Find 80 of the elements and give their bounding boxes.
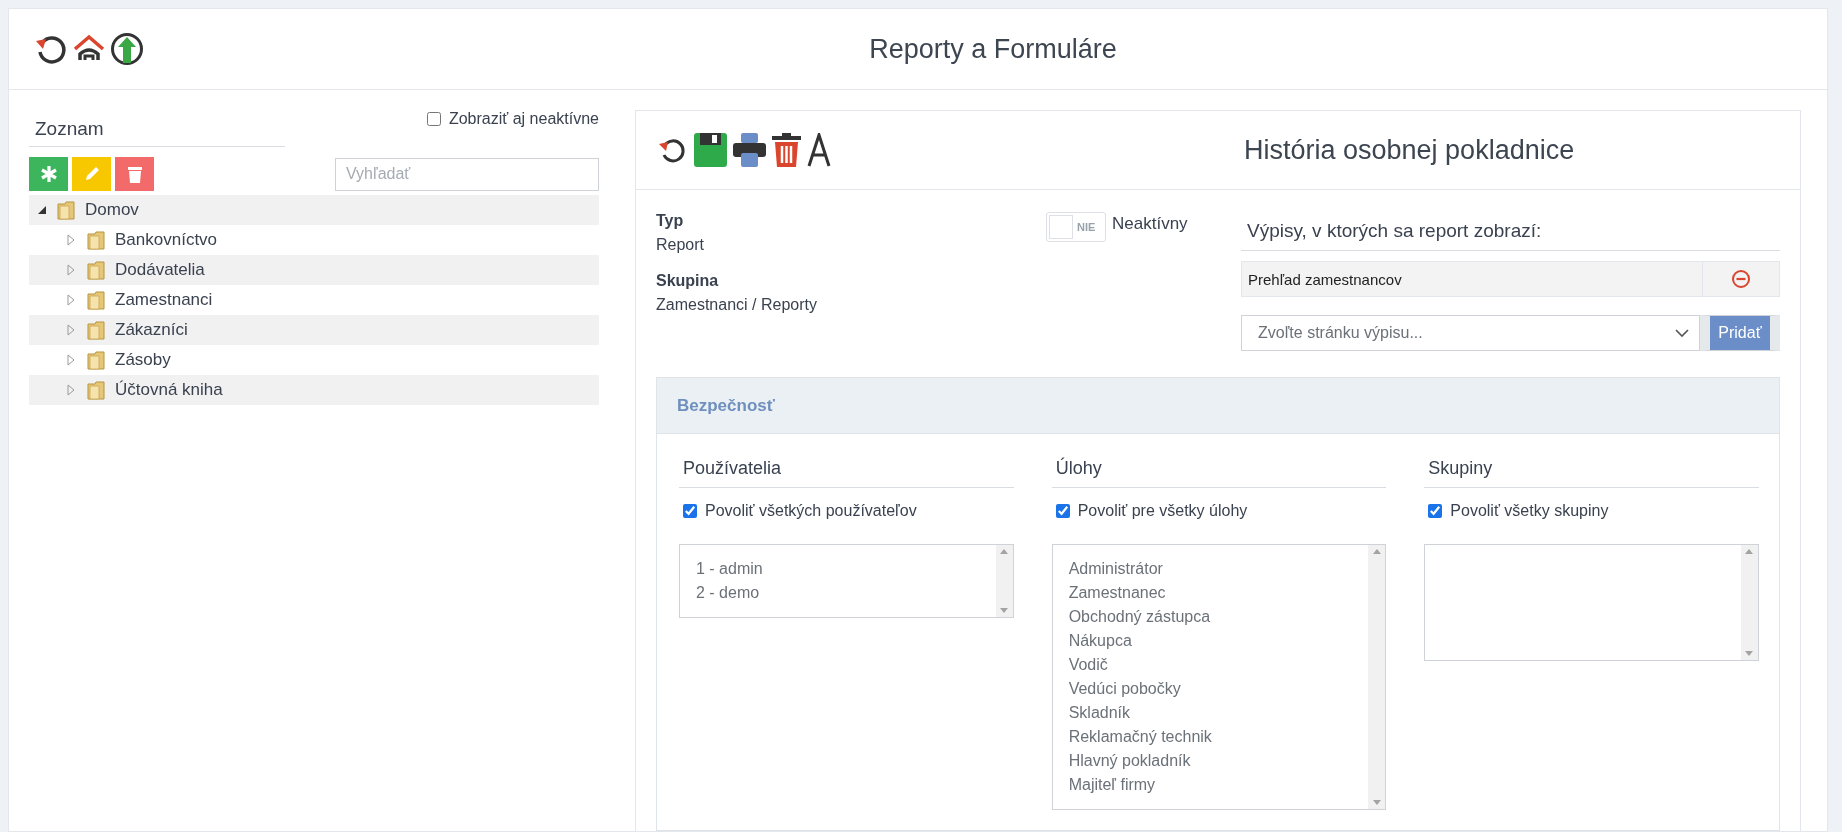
list-option[interactable]: Majiteľ firmy — [1068, 773, 1353, 797]
font-button[interactable] — [807, 133, 831, 167]
folder-icon — [87, 290, 107, 310]
checkbox[interactable] — [1055, 504, 1070, 518]
list-option[interactable]: Hlavný pokladník — [1068, 749, 1353, 773]
tree-item[interactable]: Účtovná kniha — [115, 380, 223, 400]
scrollbar[interactable] — [1741, 545, 1758, 660]
add-button[interactable]: Pridať — [1700, 315, 1780, 351]
checkbox-label: Povoliť pre všetky úlohy — [1077, 502, 1248, 520]
list-option[interactable]: Vedúci pobočky — [1068, 677, 1353, 701]
minus-circle-icon — [1731, 269, 1751, 289]
checkbox[interactable] — [426, 112, 441, 126]
save-icon — [694, 133, 727, 167]
list-option[interactable]: Vodič — [1068, 653, 1353, 677]
scroll-down-icon[interactable] — [1745, 651, 1754, 656]
letter-a-icon — [807, 133, 831, 167]
folder-icon — [87, 260, 107, 280]
list-option[interactable]: Obchodný zástupca — [1068, 605, 1353, 629]
column-title: Skupiny — [1424, 458, 1759, 488]
list-title: Zoznam — [29, 110, 285, 147]
edit-button[interactable] — [72, 157, 111, 191]
list-box[interactable]: 1 - admin 2 - demo — [679, 544, 1014, 618]
upload-icon — [110, 32, 144, 66]
list-option[interactable]: 2 - demo — [696, 581, 980, 605]
checkbox-label: Zobraziť aj neaktívne — [448, 110, 599, 128]
scrollbar[interactable] — [1368, 545, 1386, 809]
folder-icon — [57, 200, 77, 220]
tree-item[interactable]: Bankovníctvo — [115, 230, 218, 250]
folder-icon — [87, 350, 107, 370]
checkbox-label: Povoliť všetkých používateľov — [705, 502, 917, 520]
field-label: Skupina — [656, 272, 720, 290]
checkbox-label: Povoliť všetky skupiny — [1450, 502, 1609, 520]
trash-icon — [772, 133, 801, 167]
asterisk-icon — [39, 165, 58, 183]
trash-icon — [127, 165, 142, 183]
scroll-down-icon[interactable] — [1000, 608, 1009, 613]
field-value: Report — [656, 236, 706, 254]
printer-icon — [733, 133, 766, 167]
folder-icon — [87, 230, 107, 250]
tree-item[interactable]: Zákazníci — [115, 320, 188, 340]
list-box[interactable]: Administrátor Zamestnanec Obchodný zástupca Nákupca Vodič Vedúci pobočky Skladník Reklamačný technik Hlavný pokladník Majiteľ firmy — [1051, 544, 1387, 810]
tree-item[interactable]: Zásoby — [115, 350, 171, 370]
tree-item[interactable]: Zamestnanci — [115, 290, 213, 310]
panel-heading: Bezpečnosť — [657, 378, 1779, 434]
scroll-up-icon[interactable] — [1000, 549, 1009, 554]
checkbox[interactable] — [1428, 504, 1443, 518]
chevron-down-icon — [1675, 328, 1689, 338]
list-option[interactable]: Nákupca — [1068, 629, 1353, 653]
scroll-up-icon[interactable] — [1745, 549, 1754, 554]
column-title: Úlohy — [1051, 458, 1387, 488]
search-field[interactable]: Vyhľadať — [335, 157, 599, 191]
listing-name: Prehľad zamestnancov — [1242, 262, 1703, 296]
folder-icon — [87, 320, 107, 340]
checkbox[interactable] — [683, 504, 697, 518]
save-button[interactable] — [694, 133, 727, 167]
scroll-down-icon[interactable] — [1372, 800, 1381, 805]
list-box[interactable] — [1424, 544, 1759, 661]
expander-icon[interactable] — [37, 204, 49, 216]
upload-button[interactable] — [110, 32, 144, 66]
print-button[interactable] — [733, 133, 766, 167]
add-button[interactable] — [29, 157, 68, 191]
list-option[interactable]: Skladník — [1068, 701, 1353, 725]
tree-item[interactable]: Domov — [85, 200, 139, 220]
list-option[interactable]: Zamestnanec — [1068, 581, 1353, 605]
delete-button[interactable] — [772, 133, 801, 167]
list-option[interactable]: 1 - admin — [696, 557, 980, 581]
field-value: Zamestnanci / Reporty — [656, 296, 818, 314]
field-label: Typ — [656, 212, 685, 230]
page-select[interactable]: Zvoľte stránku výpisu... — [1241, 315, 1700, 351]
column-title: Používatelia — [679, 458, 1014, 488]
section-title: Výpisy, v ktorých sa report zobrazí: — [1241, 212, 1780, 251]
scroll-up-icon[interactable] — [1372, 549, 1381, 554]
toggle-label: Neaktívny — [1112, 214, 1188, 234]
folder-icon — [87, 380, 107, 400]
detail-title: História osobnej pokladnice — [1244, 134, 1575, 166]
scrollbar[interactable] — [995, 545, 1013, 617]
list-option[interactable]: Reklamačný technik — [1068, 725, 1353, 749]
tree-item[interactable]: Dodávatelia — [115, 260, 205, 280]
page-title: Reporty a Formuláre — [868, 33, 1118, 65]
list-option[interactable]: Administrátor — [1068, 557, 1353, 581]
